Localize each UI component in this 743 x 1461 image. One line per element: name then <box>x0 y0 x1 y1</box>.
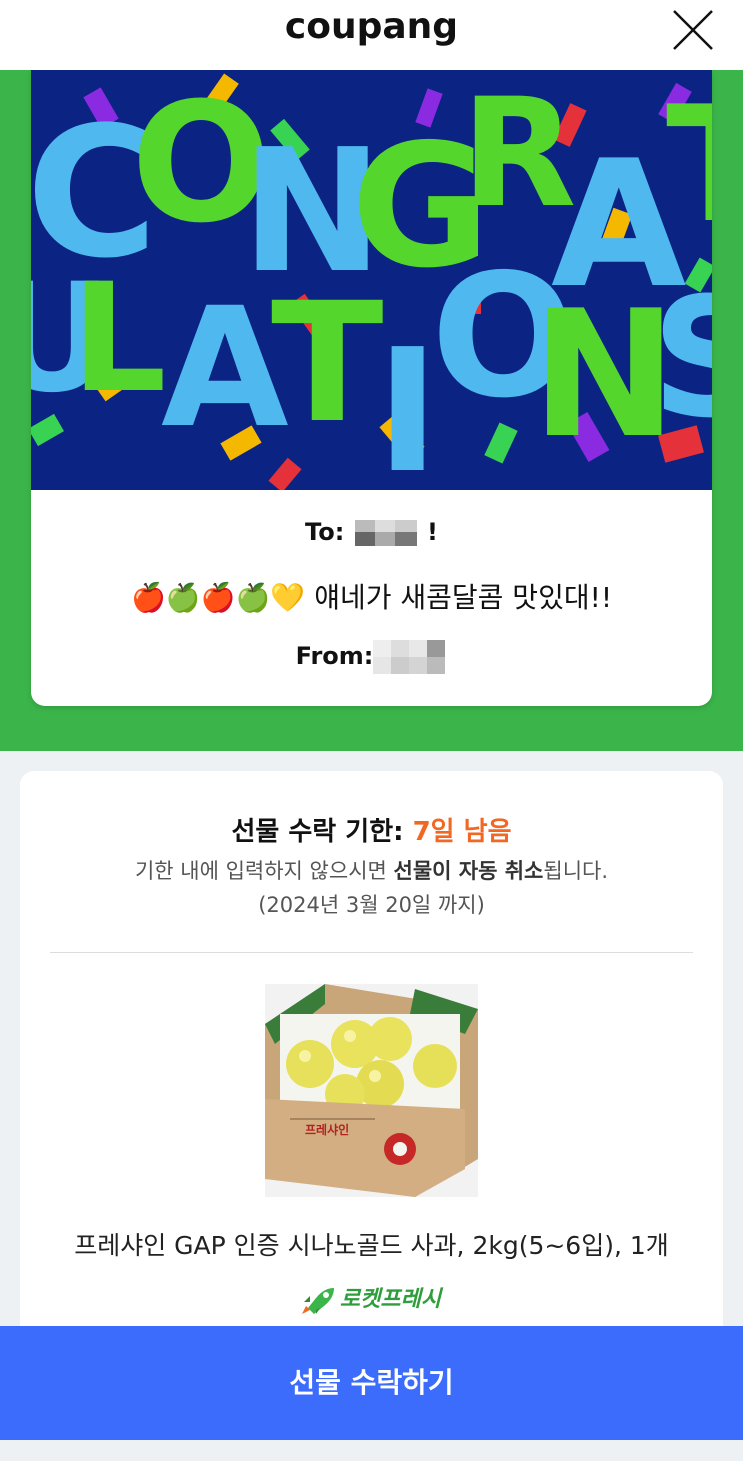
rocket-fresh-label: 로켓프레시 <box>339 1287 442 1312</box>
gift-info-card: 선물 수락 기한: 7일 남음 기한 내에 입력하지 않으시면 선물이 자동 취… <box>20 771 723 1371</box>
close-icon[interactable] <box>671 8 715 52</box>
gift-message-section: C O N G R A T U L A T I O N S To: ! 🍎🍏🍎🍏 <box>0 70 743 751</box>
from-line: From: <box>31 640 712 674</box>
coupang-logo: coupang <box>284 6 459 47</box>
congratulations-banner: C O N G R A T U L A T I O N S <box>31 70 712 490</box>
top-bar: coupang <box>0 0 743 70</box>
accept-deadline: 선물 수락 기한: 7일 남음 <box>20 811 723 848</box>
to-suffix: ! <box>427 518 438 546</box>
to-label: To: <box>305 518 345 546</box>
divider <box>50 952 693 953</box>
svg-text:I: I <box>376 313 439 490</box>
rocket-icon <box>301 1288 334 1314</box>
notice-text-bold: 선물이 자동 취소 <box>393 859 544 883</box>
message-text: 얘네가 새콤달콤 맛있대!! <box>314 581 613 614</box>
apple-emoji-icons: 🍎🍏🍎🍏💛 <box>130 581 306 614</box>
notice-text-pre: 기한 내에 입력하지 않으시면 <box>134 859 394 883</box>
deadline-value: 7일 남음 <box>412 817 512 847</box>
svg-text:L: L <box>71 252 167 426</box>
product-image[interactable]: 프레샤인 <box>265 984 478 1197</box>
product-name: 프레샤인 GAP 인증 시나노골드 사과, 2kg(5~6입), 1개 <box>74 1231 669 1260</box>
rocket-fresh-badge: 로켓프레시 <box>20 1281 723 1314</box>
accept-gift-button[interactable]: 선물 수락하기 <box>0 1326 743 1440</box>
from-label: From: <box>295 642 374 670</box>
to-line: To: ! <box>31 518 712 546</box>
svg-text:프레샤인: 프레샤인 <box>305 1122 349 1137</box>
gift-message: 🍎🍏🍎🍏💛 얘네가 새콤달콤 맛있대!! <box>31 576 712 616</box>
blurred-sender-name <box>373 640 446 674</box>
deadline-date: (2024년 3월 20일 까지) <box>258 893 485 917</box>
svg-text:A: A <box>161 272 289 464</box>
svg-text:S: S <box>651 262 712 454</box>
deadline-label: 선물 수락 기한: <box>231 817 404 847</box>
svg-text:T: T <box>271 267 384 459</box>
notice-text-post: 됩니다. <box>543 859 609 883</box>
blurred-recipient-name <box>354 520 417 546</box>
auto-cancel-notice: 기한 내에 입력하지 않으시면 선물이 자동 취소됩니다. <box>20 855 723 885</box>
svg-text:T: T <box>666 71 712 258</box>
gift-card: C O N G R A T U L A T I O N S To: ! 🍎🍏🍎🍏 <box>31 70 712 706</box>
